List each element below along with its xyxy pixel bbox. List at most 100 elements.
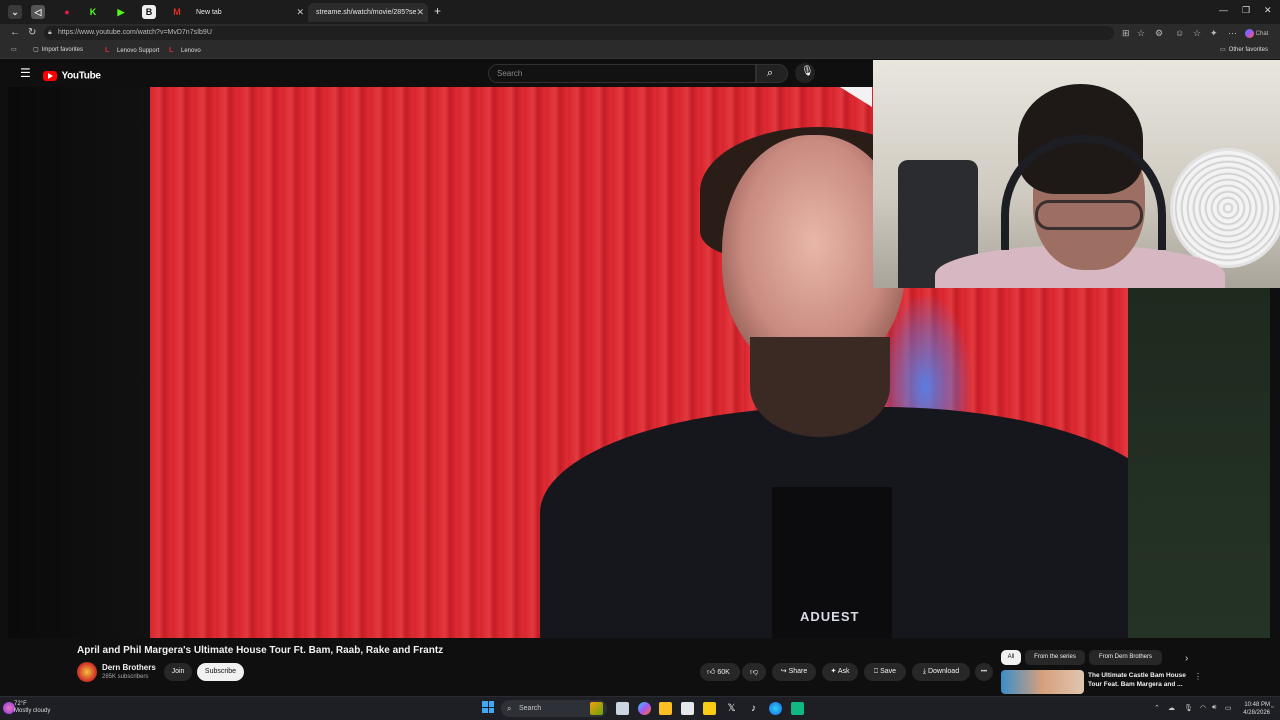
lenovo-support-link[interactable]: L Lenovo Support	[105, 45, 159, 57]
tab-streame[interactable]: streame.sh/watch/movie/285?se ✕	[308, 3, 428, 22]
back-arrow-icon[interactable]: ←	[10, 27, 20, 38]
like-button[interactable]: 👍︎ 60K	[700, 663, 740, 681]
green-app-icon[interactable]	[791, 702, 804, 715]
tab-close-icon[interactable]: ✕	[296, 3, 304, 22]
share-label: Share	[788, 668, 808, 675]
recommended-thumbnail[interactable]	[1001, 670, 1084, 694]
taskbar-clock[interactable]: 10:48 PM 4/28/2026	[1236, 701, 1270, 717]
search-button[interactable]: ⌕	[756, 64, 788, 83]
import-icon: ▢	[33, 47, 39, 53]
sparkle-icon: ✦	[830, 668, 837, 675]
channel-name[interactable]: Dern Brothers	[102, 663, 156, 672]
webcam-fan	[1170, 148, 1280, 268]
bookmark-icon: ⎕	[873, 668, 879, 675]
sticky-notes-icon[interactable]	[703, 702, 716, 715]
share-icon: ↪	[780, 668, 787, 675]
more-actions-button[interactable]: •••	[975, 663, 993, 681]
browser-tab-bar: ⌄ ◁ ● K ▶ B M New tab ✕ streame.sh/watch…	[0, 0, 1280, 24]
tab-close-icon[interactable]: ✕	[416, 3, 424, 22]
voice-search-button[interactable]: 🎙︎	[795, 63, 815, 83]
lenovo-link[interactable]: L Lenovo	[169, 45, 201, 57]
ask-button[interactable]: ✦ Ask	[822, 663, 858, 681]
subscriber-count: 285K subscribers	[102, 674, 149, 680]
refresh-icon[interactable]: ↻	[28, 27, 36, 38]
windows-taskbar: 72°F Mostly cloudy ⌕ Search 𝕏 ♪ ⌃ ☁ 🎙︎ ◠…	[0, 696, 1280, 720]
extensions-puzzle-icon[interactable]: ✦	[1210, 28, 1218, 39]
volume-icon[interactable]: 🔊︎	[1212, 704, 1216, 712]
close-window-button[interactable]: ✕	[1264, 5, 1272, 16]
favorite-star-icon[interactable]: ☆	[1137, 28, 1145, 39]
weather-widget[interactable]: 72°F Mostly cloudy	[14, 701, 50, 715]
chip-from-dern-brothers[interactable]: From Dern Brothers	[1089, 650, 1162, 665]
webcam-overlay	[873, 60, 1280, 288]
pinned-tab-gmail-icon[interactable]: M	[170, 5, 184, 19]
copilot-chat-button[interactable]: Chat	[1245, 29, 1268, 38]
tab-new-tab[interactable]: New tab ✕	[188, 3, 308, 22]
edge-browser-icon[interactable]	[769, 702, 782, 715]
battery-icon[interactable]: ▭	[1225, 704, 1232, 712]
favorites-icon[interactable]: ☆	[1193, 28, 1201, 39]
calendar-app-icon[interactable]	[681, 702, 694, 715]
microphone-icon: 🎙︎	[801, 66, 814, 77]
url-text: https://www.youtube.com/watch?v=MvD7n7sI…	[58, 29, 212, 36]
chip-all[interactable]: All	[1001, 650, 1021, 665]
dislike-button[interactable]: 👎︎	[742, 663, 766, 681]
copilot-taskbar-icon[interactable]	[638, 702, 651, 715]
notifications-icon[interactable]: ▫	[1271, 704, 1273, 711]
taskbar-widget-icon[interactable]	[590, 702, 603, 715]
download-label: Download	[927, 668, 960, 675]
account-icon[interactable]: ☺	[1175, 28, 1184, 38]
more-menu-icon[interactable]: ⋯	[1228, 28, 1237, 39]
tab-label: New tab	[196, 9, 222, 16]
share-button[interactable]: ↪ Share	[772, 663, 816, 681]
recommended-more-icon[interactable]: ⋮	[1194, 672, 1202, 681]
app-icon[interactable]: ⊞	[1122, 28, 1130, 39]
pinned-tab-play-icon[interactable]: ▶	[114, 5, 128, 19]
save-button[interactable]: ⎕ Save	[864, 663, 906, 681]
minimize-button[interactable]: —	[1219, 5, 1228, 15]
clock-time: 10:48 PM	[1244, 702, 1270, 708]
mic-tray-icon[interactable]: 🎙︎	[1184, 704, 1193, 712]
search-icon: ⌕	[507, 704, 512, 713]
windows-start-icon[interactable]	[482, 701, 494, 713]
lock-icon: 🔒︎	[48, 29, 52, 36]
copilot-icon	[1245, 29, 1254, 38]
url-input[interactable]: 🔒︎ https://www.youtube.com/watch?v=MvD7n…	[44, 26, 1114, 40]
x-app-icon[interactable]: 𝕏	[725, 702, 738, 715]
youtube-logo[interactable]: YouTube	[43, 67, 101, 85]
other-favorites-link[interactable]: ▭ Other favorites	[1220, 45, 1268, 56]
pinned-tab-white-icon[interactable]: B	[142, 5, 156, 19]
chips-next-chevron-icon[interactable]: ›	[1185, 653, 1188, 664]
pinned-tab-red-icon[interactable]: ●	[60, 5, 74, 19]
tray-chevron-icon[interactable]: ⌃	[1154, 704, 1160, 712]
chip-from-the-series[interactable]: From the series	[1025, 650, 1085, 665]
tiktok-icon[interactable]: ♪	[747, 702, 760, 715]
pinned-tab-kick-icon[interactable]: K	[86, 5, 100, 19]
search-input[interactable]: Search	[488, 64, 756, 83]
tab-actions-chevron-icon[interactable]: ⌄	[8, 5, 22, 19]
thumbs-down-icon: 👎︎	[749, 667, 759, 676]
subscribe-button[interactable]: Subscribe	[197, 663, 244, 681]
download-button[interactable]: ⤓ Download	[912, 663, 970, 681]
clock-date: 4/28/2026	[1243, 710, 1270, 716]
onedrive-icon[interactable]: ☁	[1168, 704, 1175, 712]
lenovo-icon: L	[169, 47, 174, 54]
join-button[interactable]: Join	[164, 663, 192, 681]
hamburger-menu-icon[interactable]: ☰	[20, 66, 31, 80]
taskbar-search-label: Search	[519, 705, 542, 712]
import-favorites-label: Import favorites	[41, 47, 84, 53]
channel-avatar[interactable]	[77, 662, 97, 682]
other-favorites-label: Other favorites	[1228, 47, 1269, 53]
weather-description: Mostly cloudy	[14, 708, 51, 714]
wifi-icon[interactable]: ◠	[1200, 704, 1206, 712]
new-tab-button[interactable]: +	[434, 4, 441, 18]
recommended-title[interactable]: The Ultimate Castle Bam House Tour Feat.…	[1088, 671, 1193, 689]
sidebar-toggle-icon[interactable]: ▭	[11, 45, 17, 56]
task-view-icon[interactable]	[616, 702, 629, 715]
file-explorer-icon[interactable]	[659, 702, 672, 715]
audio-tab-speaker-icon[interactable]: ◁	[31, 5, 45, 19]
import-favorites-link[interactable]: ▢ Import favorites	[33, 45, 83, 56]
extension-icon[interactable]: ⚙	[1155, 28, 1163, 39]
webcam-glasses	[1035, 200, 1143, 230]
maximize-button[interactable]: ❐	[1242, 5, 1250, 16]
